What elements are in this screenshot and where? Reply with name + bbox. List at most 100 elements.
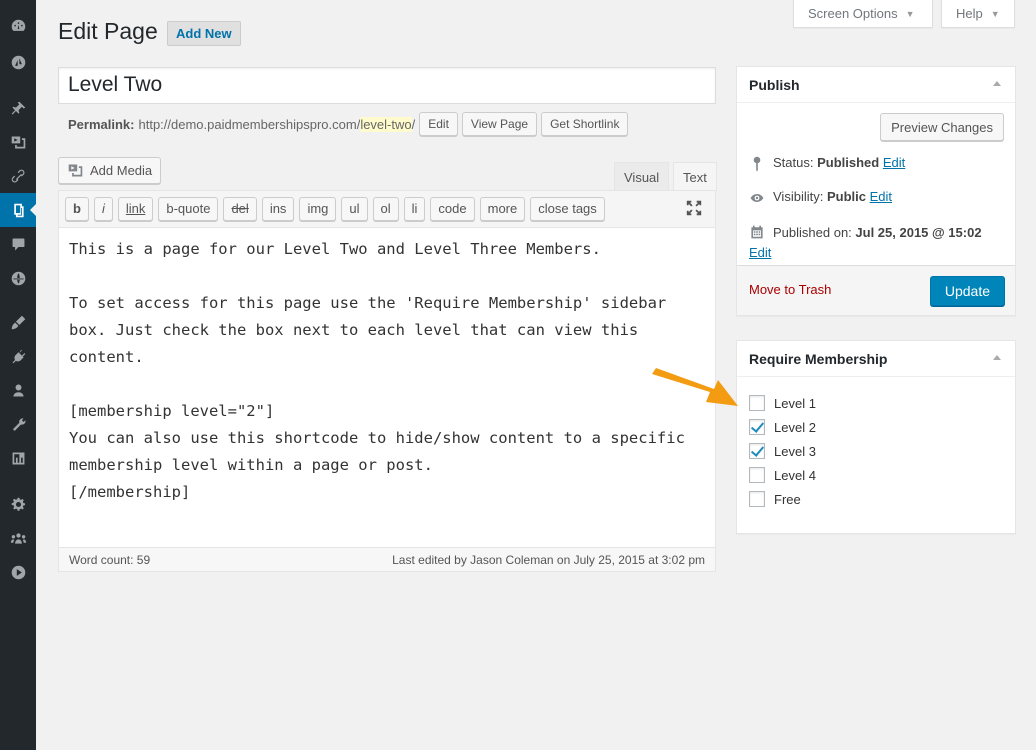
level-1-label: Level 1 <box>774 395 816 411</box>
pin-icon <box>753 156 761 172</box>
toggle-arrow-icon[interactable] <box>993 355 1001 360</box>
caret-down-icon: ▼ <box>905 8 915 19</box>
visibility-row: Visibility: Public Edit <box>749 189 892 206</box>
appearance-icon[interactable] <box>0 308 36 336</box>
status-row: Status: Published Edit <box>749 155 905 172</box>
qt-ol-button[interactable]: ol <box>372 197 399 221</box>
qt-link-button[interactable]: link <box>117 197 154 221</box>
published-on-row: Published on: Jul 25, 2015 @ 15:02 Edit <box>749 223 1005 263</box>
text-editor: b i link b-quote del ins img ul ol li co… <box>58 190 716 572</box>
quicktags-toolbar: b i link b-quote del ins img ul ol li co… <box>59 191 715 228</box>
level-2-row[interactable]: Level 2 <box>749 419 816 435</box>
edit-permalink-button[interactable]: Edit <box>419 112 458 136</box>
calendar-icon <box>751 225 763 239</box>
last-edited: Last edited by Jason Coleman on July 25,… <box>392 552 705 567</box>
media-icon <box>68 164 83 177</box>
jetpack-icon[interactable] <box>0 48 36 76</box>
screen-options-label: Screen Options <box>808 6 898 21</box>
level-1-checkbox[interactable] <box>749 395 765 411</box>
edit-visibility-link[interactable]: Edit <box>870 189 892 204</box>
pages-icon[interactable] <box>0 193 36 227</box>
permalink-label: Permalink: <box>68 116 135 132</box>
eye-icon <box>750 194 764 202</box>
publish-actions: Move to Trash Update <box>737 265 1015 315</box>
users-icon[interactable] <box>0 376 36 404</box>
level-2-label: Level 2 <box>774 419 816 435</box>
level-3-checkbox[interactable] <box>749 443 765 459</box>
help-label: Help <box>956 6 983 21</box>
published-label: Published on: <box>773 225 852 240</box>
qt-more-button[interactable]: more <box>479 197 526 221</box>
qt-ins-button[interactable]: ins <box>261 197 295 221</box>
qt-li-button[interactable]: li <box>403 197 426 221</box>
post-title-input[interactable]: Level Two <box>58 67 716 104</box>
status-value: Published <box>817 155 880 170</box>
qt-ul-button[interactable]: ul <box>341 197 368 221</box>
add-media-button[interactable]: Add Media <box>58 157 162 184</box>
permalink-tail: / <box>411 116 416 132</box>
memberships-icon[interactable] <box>0 264 36 292</box>
add-new-button[interactable]: Add New <box>167 21 241 46</box>
qt-img-button[interactable]: img <box>299 197 337 221</box>
video-icon[interactable] <box>0 558 36 586</box>
free-label: Free <box>774 491 801 507</box>
published-value: Jul 25, 2015 @ 15:02 <box>855 225 982 240</box>
publish-box-header[interactable]: Publish <box>737 67 1015 103</box>
admin-sidebar <box>0 0 36 750</box>
dashboard-icon[interactable] <box>0 12 36 40</box>
level-1-row[interactable]: Level 1 <box>749 395 816 411</box>
require-membership-title: Require Membership <box>749 350 888 367</box>
plugins-icon[interactable] <box>0 342 36 370</box>
qt-code-button[interactable]: code <box>430 197 475 221</box>
tab-visual[interactable]: Visual <box>614 162 670 191</box>
media-icon[interactable] <box>0 128 36 156</box>
screen-options-button[interactable]: Screen Options ▼ <box>793 0 933 28</box>
view-page-button[interactable]: View Page <box>461 112 538 136</box>
update-button[interactable]: Update <box>929 276 1005 306</box>
publish-box-title: Publish <box>749 76 800 93</box>
visibility-value: Public <box>826 189 866 204</box>
permalink-base: http://demo.paidmembershipspro.com/ <box>138 116 361 132</box>
visibility-label: Visibility: <box>773 189 824 204</box>
free-row[interactable]: Free <box>749 491 801 507</box>
comments-icon[interactable] <box>0 230 36 258</box>
tab-text[interactable]: Text <box>673 162 717 191</box>
groups-icon[interactable] <box>0 524 36 552</box>
settings-icon[interactable] <box>0 444 36 472</box>
qt-close-tags-button[interactable]: close tags <box>530 197 605 221</box>
permalink-slug[interactable]: level-two <box>360 116 412 132</box>
require-membership-header[interactable]: Require Membership <box>737 341 1015 377</box>
free-checkbox[interactable] <box>749 491 765 507</box>
require-membership-box: Require Membership Level 1 Level 2 Level… <box>736 340 1016 534</box>
publish-box: Publish Preview Changes Status: Publishe… <box>736 66 1016 316</box>
permalink-row: Permalink: http://demo.paidmembershipspr… <box>68 112 629 136</box>
qt-blockquote-button[interactable]: b-quote <box>158 197 219 221</box>
caret-down-icon: ▼ <box>990 8 1000 19</box>
posts-icon[interactable] <box>0 94 36 122</box>
move-to-trash-link[interactable]: Move to Trash <box>749 282 831 297</box>
level-4-row[interactable]: Level 4 <box>749 467 816 483</box>
level-3-label: Level 3 <box>774 443 816 459</box>
qt-bold-button[interactable]: b <box>65 197 89 221</box>
qt-italic-button[interactable]: i <box>93 197 113 221</box>
content-textarea[interactable]: This is a page for our Level Two and Lev… <box>59 228 715 548</box>
preview-changes-button[interactable]: Preview Changes <box>880 113 1004 141</box>
tools-icon[interactable] <box>0 410 36 438</box>
help-button[interactable]: Help ▼ <box>941 0 1015 28</box>
gear-icon[interactable] <box>0 490 36 518</box>
edit-status-link[interactable]: Edit <box>883 155 905 170</box>
qt-del-button[interactable]: del <box>223 197 257 221</box>
level-2-checkbox[interactable] <box>749 419 765 435</box>
toggle-arrow-icon[interactable] <box>993 81 1001 86</box>
links-icon[interactable] <box>0 162 36 190</box>
get-shortlink-button[interactable]: Get Shortlink <box>541 112 629 136</box>
annotation-arrow-icon <box>652 368 738 406</box>
editor-status-bar: Word count: 59 Last edited by Jason Cole… <box>59 547 715 571</box>
edit-date-link[interactable]: Edit <box>749 245 771 260</box>
page-title: Edit Page <box>58 18 158 44</box>
level-4-label: Level 4 <box>774 467 816 483</box>
level-3-row[interactable]: Level 3 <box>749 443 816 459</box>
fullscreen-icon[interactable] <box>685 199 705 219</box>
status-label: Status: <box>773 155 814 170</box>
level-4-checkbox[interactable] <box>749 467 765 483</box>
